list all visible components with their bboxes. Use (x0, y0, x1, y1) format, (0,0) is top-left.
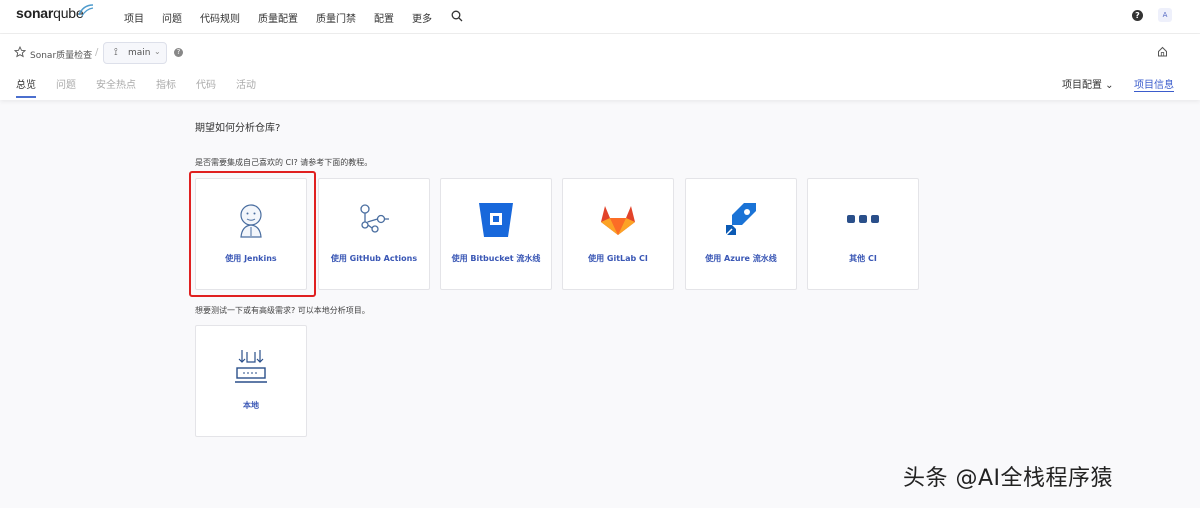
branch-help-icon[interactable]: ? (174, 48, 183, 57)
top-navbar: sonarqube 项目 问题 代码规则 质量配置 质量门禁 配置 更多 ? A (0, 0, 1200, 34)
jenkins-highlight-box (189, 171, 316, 297)
branch-icon: ⟟ (114, 47, 118, 58)
star-icon[interactable] (14, 46, 26, 58)
nav-quality-profiles[interactable]: 质量配置 (258, 10, 298, 25)
project-name[interactable]: Sonar质量检查 (30, 48, 92, 61)
azure-icon (725, 203, 756, 236)
nav-projects[interactable]: 项目 (124, 10, 144, 25)
home-icon[interactable] (1157, 46, 1168, 57)
breadcrumb-separator: / (95, 47, 99, 58)
nav-rules[interactable]: 代码规则 (200, 10, 240, 25)
other-ci-label: 其他 CI (849, 254, 877, 263)
github-actions-icon (360, 204, 389, 233)
nav-quality-gates[interactable]: 质量门禁 (316, 10, 356, 25)
bitbucket-label: 使用 Bitbucket 流水线 (451, 254, 541, 263)
nav-issues[interactable]: 问题 (162, 10, 182, 25)
analysis-question: 期望如何分析仓库? (195, 123, 281, 134)
chevron-down-icon: ⌄ (154, 47, 161, 56)
other-ci-card[interactable]: 其他 CI (807, 178, 919, 290)
local-label: 本地 (243, 401, 259, 410)
azure-label: 使用 Azure 流水线 (705, 254, 777, 263)
nav-more[interactable]: 更多 (412, 10, 432, 25)
dots-icon (847, 215, 879, 223)
tab-measures[interactable]: 指标 (156, 76, 176, 98)
project-tabs: 总览 问题 安全热点 指标 代码 活动 (16, 76, 276, 98)
gitlab-label: 使用 GitLab CI (588, 254, 648, 263)
search-icon[interactable] (451, 10, 463, 22)
github-actions-label: 使用 GitHub Actions (330, 254, 418, 263)
ci-prompt: 是否需要集成自己喜欢的 CI? 请参考下面的教程。 (195, 158, 373, 167)
tab-security-hotspots[interactable]: 安全热点 (96, 76, 136, 98)
gitlab-icon (601, 206, 635, 235)
bitbucket-card[interactable]: 使用 Bitbucket 流水线 (440, 178, 552, 290)
tab-issues[interactable]: 问题 (56, 76, 76, 98)
sonarqube-logo[interactable]: sonarqube (16, 5, 84, 21)
avatar[interactable]: A (1158, 8, 1172, 22)
project-info-link[interactable]: 项目信息 (1134, 76, 1174, 92)
azure-card[interactable]: 使用 Azure 流水线 (685, 178, 797, 290)
local-icon (235, 350, 267, 383)
watermark-text: 头条 @AI全栈程序猿 (903, 466, 1114, 491)
gitlab-card[interactable]: 使用 GitLab CI (562, 178, 674, 290)
project-settings-dropdown[interactable]: 项目配置 ⌄ (1062, 76, 1114, 91)
project-header: Sonar质量检查 / ⟟ main ⌄ ? 总览 问题 安全热点 指标 代码 … (0, 34, 1200, 100)
tab-activity[interactable]: 活动 (236, 76, 256, 98)
branch-name: main (128, 48, 151, 58)
nav-administration[interactable]: 配置 (374, 10, 394, 25)
local-prompt: 想要测试一下或有高级需求? 可以本地分析项目。 (195, 306, 370, 315)
help-icon[interactable]: ? (1132, 10, 1143, 21)
bitbucket-icon (479, 203, 513, 237)
local-card[interactable]: 本地 (195, 325, 307, 437)
logo-arc-icon (78, 4, 94, 17)
main-nav: 项目 问题 代码规则 质量配置 质量门禁 配置 更多 (124, 10, 450, 25)
github-actions-card[interactable]: 使用 GitHub Actions (318, 178, 430, 290)
branch-selector[interactable]: ⟟ main ⌄ (103, 42, 167, 64)
tab-code[interactable]: 代码 (196, 76, 216, 98)
tab-overview[interactable]: 总览 (16, 76, 36, 98)
